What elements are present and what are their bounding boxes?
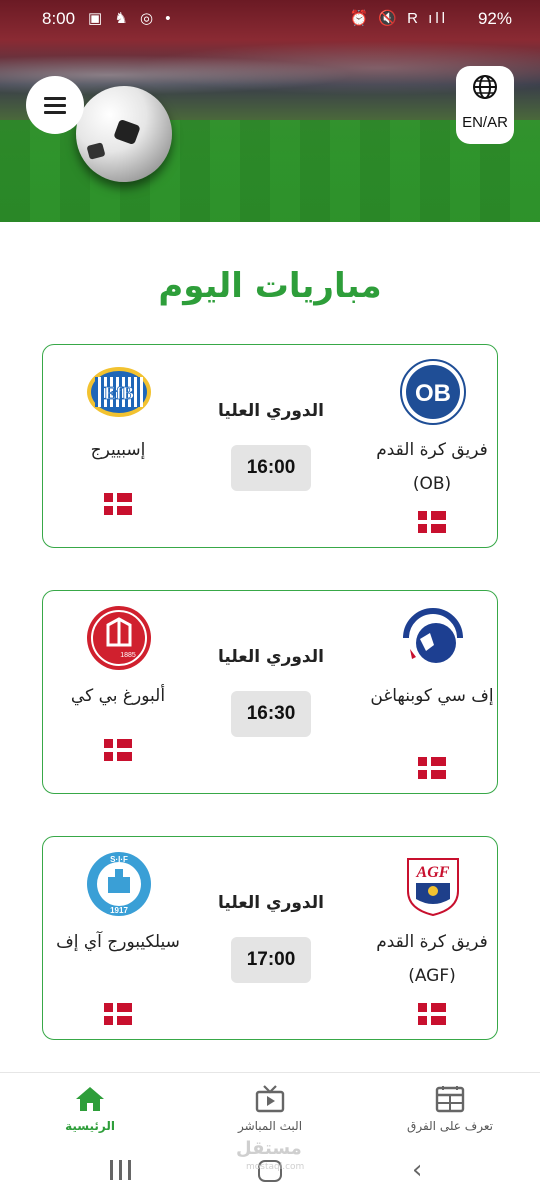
- silkeborg-team-logo: S·I·F 1917: [87, 852, 151, 916]
- league-name: الدوري العليا: [218, 893, 324, 913]
- denmark-flag-icon: [104, 1003, 132, 1025]
- nav-label-home: الرئيسية: [65, 1119, 115, 1133]
- watermark: مستقل: [236, 1138, 302, 1159]
- home-team[interactable]: إف سي كوبنهاغن: [367, 591, 497, 793]
- nav-item-teams[interactable]: تعرف على الفرق: [360, 1073, 540, 1149]
- away-team[interactable]: 1885 ألبورغ بي كي: [53, 591, 183, 793]
- denmark-flag-icon: [418, 1003, 446, 1025]
- nav-label-teams: تعرف على الفرق: [407, 1119, 493, 1133]
- language-toggle-button[interactable]: EN/AR: [456, 66, 514, 144]
- denmark-flag-icon: [418, 511, 446, 533]
- home-team-name: إف سي كوبنهاغن: [370, 686, 494, 706]
- away-team[interactable]: EfB إسبييرج: [53, 345, 183, 547]
- notification-icons: ▣ ♞ ◎ •: [88, 10, 175, 27]
- agf-team-logo: AGF: [407, 858, 459, 917]
- home-team-name: فريق كرة القدم (AGF): [376, 932, 488, 986]
- page-title: مباريات اليوم: [158, 266, 382, 306]
- recents-icon[interactable]: [110, 1160, 132, 1180]
- system-status-icons: ⏰ 🔇 R ıll: [349, 10, 448, 27]
- away-team-name: سيلكيبورج آي إف: [56, 932, 180, 952]
- home-team[interactable]: OB فريق كرة القدم (OB): [367, 345, 497, 547]
- denmark-flag-icon: [104, 493, 132, 515]
- away-team-name: ألبورغ بي كي: [70, 686, 166, 706]
- svg-text:1885: 1885: [120, 652, 136, 659]
- back-icon[interactable]: ‹: [412, 1157, 422, 1183]
- away-team[interactable]: S·I·F 1917 سيلكيبورج آي إف: [53, 837, 183, 1039]
- language-label: EN/AR: [462, 114, 508, 131]
- tv-icon: [255, 1085, 285, 1113]
- match-info: الدوري العليا 17:00: [208, 837, 334, 1039]
- match-card[interactable]: إف سي كوبنهاغن الدوري العليا 16:30 1885 …: [42, 590, 498, 794]
- svg-text:OB: OB: [415, 380, 451, 407]
- watermark-sub: mostaql.com: [246, 1162, 305, 1172]
- league-name: الدوري العليا: [218, 647, 324, 667]
- nav-item-home[interactable]: الرئيسية: [0, 1073, 180, 1149]
- svg-text:EfB: EfB: [104, 383, 134, 403]
- status-bar: 8:00 ▣ ♞ ◎ • ⏰ 🔇 R ıll 92%: [0, 0, 540, 40]
- home-team[interactable]: AGF فريق كرة القدم (AGF): [367, 837, 497, 1039]
- hamburger-menu-icon: [44, 97, 66, 114]
- svg-text:1917: 1917: [110, 906, 128, 915]
- battery-level: 92%: [477, 9, 512, 28]
- esbjerg-team-logo: EfB: [87, 367, 151, 417]
- bottom-navigation: الرئيسية البث المباشر تعرف على الفرق: [0, 1072, 540, 1148]
- globe-icon: [473, 75, 497, 99]
- league-name: الدوري العليا: [218, 401, 324, 421]
- match-time: 16:30: [231, 691, 311, 737]
- match-time: 17:00: [231, 937, 311, 983]
- away-team-name: إسبييرج: [90, 440, 146, 460]
- fc-copenhagen-team-logo: [402, 607, 464, 669]
- svg-text:S·I·F: S·I·F: [110, 855, 128, 864]
- denmark-flag-icon: [104, 739, 132, 761]
- football-image: [76, 86, 172, 182]
- match-info: الدوري العليا 16:00: [208, 345, 334, 547]
- match-card[interactable]: AGF فريق كرة القدم (AGF) الدوري العليا 1…: [42, 836, 498, 1040]
- calendar-icon: [435, 1086, 465, 1113]
- svg-text:AGF: AGF: [416, 864, 450, 881]
- home-icon: [76, 1087, 104, 1111]
- match-info: الدوري العليا 16:30: [208, 591, 334, 793]
- status-time: 8:00: [42, 9, 76, 28]
- menu-button[interactable]: [26, 76, 84, 134]
- nav-label-live: البث المباشر: [237, 1119, 303, 1133]
- match-card[interactable]: OB فريق كرة القدم (OB) الدوري العليا 16:…: [42, 344, 498, 548]
- denmark-flag-icon: [418, 757, 446, 779]
- ob-team-logo: OB: [400, 359, 466, 425]
- match-time: 16:00: [231, 445, 311, 491]
- aab-team-logo: 1885: [87, 606, 151, 670]
- home-team-name: فريق كرة القدم (OB): [376, 440, 488, 494]
